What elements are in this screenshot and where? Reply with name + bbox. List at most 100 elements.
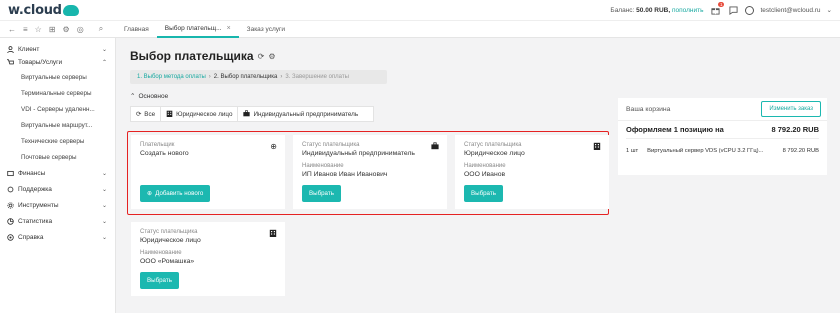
page-title-text: Выбор плательщика [130, 49, 254, 63]
divider [626, 138, 819, 139]
close-icon[interactable]: × [227, 25, 231, 32]
balance-label: Баланс: [610, 6, 635, 14]
building-icon [166, 110, 173, 119]
sidebar-subitem-label: Почтовые серверы [21, 153, 77, 161]
refresh-icon: ⟳ [136, 110, 142, 118]
tab-home[interactable]: Главная [116, 20, 157, 38]
sidebar: Клиент ⌄ Товары/Услуги ⌃ Виртуальные серве… [0, 38, 116, 313]
sidebar-subitem-virtual-servers[interactable]: Виртуальные серверы [0, 69, 115, 85]
help-icon [7, 234, 14, 241]
add-new-payer-button[interactable]: ⊕ Добавить нового [140, 185, 211, 202]
divider [618, 120, 827, 121]
sidebar-subitem-vdi-servers[interactable]: VDI - Серверы удаленн... [0, 101, 115, 117]
card-label: Наименование [464, 163, 506, 169]
tab-label: Заказ услуги [246, 25, 285, 33]
user-email[interactable]: testclient@wcloud.ru [760, 7, 820, 14]
tab-order-service[interactable]: Заказ услуги [239, 20, 293, 38]
back-arrow-icon[interactable]: ← [8, 25, 16, 34]
select-payer-button[interactable]: Выбрать [140, 272, 179, 289]
sidebar-subitem-mail-servers[interactable]: Почтовые серверы [0, 149, 115, 165]
briefcase-icon [431, 142, 439, 152]
card-label: Статус плательщика [302, 142, 360, 148]
building-icon [269, 229, 277, 239]
sidebar-item-tools[interactable]: Инструменты ⌄ [0, 199, 115, 212]
sidebar-item-client[interactable]: Клиент ⌄ [0, 43, 115, 56]
card-label: Наименование [302, 163, 344, 169]
plus-circle-icon: ⊕ [147, 190, 153, 197]
sidebar-subitem-virtual-routers[interactable]: Виртуальные маршрут... [0, 117, 115, 133]
cart-total: 8 792.20 RUB [771, 125, 819, 134]
sidebar-item-statistics[interactable]: Статистика ⌄ [0, 215, 115, 228]
chevron-down-icon: ⌄ [101, 187, 107, 193]
tab-payer-selection[interactable]: Выбор плательщ... × [156, 20, 239, 38]
topup-link[interactable]: пополнить [672, 7, 704, 14]
sidebar-subitem-technical-servers[interactable]: Технические серверы [0, 133, 115, 149]
sidebar-subitem-label: Виртуальные серверы [21, 73, 87, 81]
section-label: Основное [138, 92, 169, 100]
support-icon [7, 186, 14, 193]
sidebar-item-label: Товары/Услуги [18, 59, 63, 66]
cart-item-price: 8 792.20 RUB [782, 148, 819, 154]
wallet-icon [7, 170, 14, 177]
cart-item-qty: 1 шт [626, 148, 639, 154]
briefcase-icon [243, 109, 251, 119]
cart-panel: Ваша корзина Изменить заказ Оформляем 1 … [618, 98, 827, 175]
chevron-down-icon: ⌄ [101, 219, 107, 225]
search-icon[interactable]: ⌕ [99, 24, 103, 34]
user-avatar-icon[interactable] [745, 5, 755, 15]
sidebar-item-label: Клиент [18, 46, 40, 53]
sidebar-subitem-label: Технические серверы [21, 137, 85, 145]
gear-icon [7, 202, 14, 209]
page-title: Выбор плательщика ⟳ ⚙ [130, 49, 275, 63]
menu-icon[interactable]: ≡ [23, 25, 28, 34]
star-icon[interactable]: ☆ [35, 25, 42, 34]
sidebar-item-support[interactable]: Поддержка ⌄ [0, 183, 115, 196]
sidebar-item-help[interactable]: Справка ⌄ [0, 231, 115, 244]
chart-icon [7, 218, 14, 225]
filter-individual-entrepreneur[interactable]: Индивидуальный предприниматель [238, 107, 363, 121]
filter-legal-entity[interactable]: Юридическое лицо [161, 107, 239, 121]
card-label: Статус плательщика [140, 229, 198, 235]
select-payer-button[interactable]: Выбрать [302, 185, 341, 202]
dashboard-icon[interactable]: ◎ [77, 25, 84, 34]
section-main-toggle[interactable]: ⌃ Основное [130, 92, 169, 101]
payer-card-legal-romashka: Статус плательщика Юридическое лицо Наим… [131, 222, 285, 296]
balance-value: 50.00 RUB, [636, 6, 671, 14]
settings-icon[interactable]: ⚙ [268, 52, 275, 61]
balance: Баланс: 50.00 RUB, пополнить [610, 7, 703, 14]
chevron-down-icon: ⌄ [101, 203, 107, 209]
tab-label: Выбор плательщ... [164, 24, 222, 32]
chevron-right-icon: › [280, 74, 283, 80]
card-value: ООО «Ромашка» [140, 258, 195, 265]
sidebar-item-finance[interactable]: Финансы ⌄ [0, 167, 115, 180]
change-order-button[interactable]: Изменить заказ [761, 101, 821, 117]
sidebar-subitem-terminal-servers[interactable]: Терминальные серверы [0, 85, 115, 101]
chevron-down-icon[interactable]: ⌄ [827, 6, 832, 14]
card-value: Юридическое лицо [464, 150, 525, 157]
select-payer-button[interactable]: Выбрать [464, 185, 503, 202]
cart-summary: Оформляем 1 позицию на 8 792.20 RUB [626, 125, 819, 134]
logo[interactable]: w.cloud [8, 3, 79, 18]
step-payment-method[interactable]: 1. Выбор метода оплаты [137, 74, 206, 80]
button-label: Добавить нового [155, 190, 204, 197]
sidebar-item-label: Статистика [18, 218, 53, 225]
filter-all[interactable]: ⟳ Все [131, 107, 162, 121]
plus-circle-icon[interactable]: ⊕ [270, 142, 277, 151]
refresh-icon[interactable]: ⟳ [258, 52, 265, 61]
sidebar-subitem-label: Терминальные серверы [21, 89, 92, 97]
gift-icon[interactable]: 1 [709, 2, 725, 16]
sidebar-item-products[interactable]: Товары/Услуги ⌃ [0, 56, 115, 69]
card-label: Наименование [140, 250, 182, 256]
chevron-down-icon: ⌄ [101, 47, 107, 53]
card-value: ООО Иванов [464, 171, 506, 178]
tab-bar: ← ≡ ☆ ⊞ ⚙ ◎ ⌕ Главная Выбор плательщ... ×… [0, 20, 840, 38]
grid-icon[interactable]: ⊞ [49, 25, 56, 34]
settings-icon[interactable]: ⚙ [63, 25, 70, 34]
card-value: Индивидуальный предприниматель [302, 150, 415, 157]
logo-text: w.cloud [8, 2, 62, 18]
chat-icon[interactable] [727, 4, 739, 16]
cart-item: 1 шт Виртуальный сервер VDS (vCPU 3.2 ГГц… [626, 148, 819, 154]
filter-label: Все [144, 110, 156, 118]
chevron-up-icon: ⌃ [101, 60, 107, 66]
tab-label: Главная [124, 25, 149, 33]
